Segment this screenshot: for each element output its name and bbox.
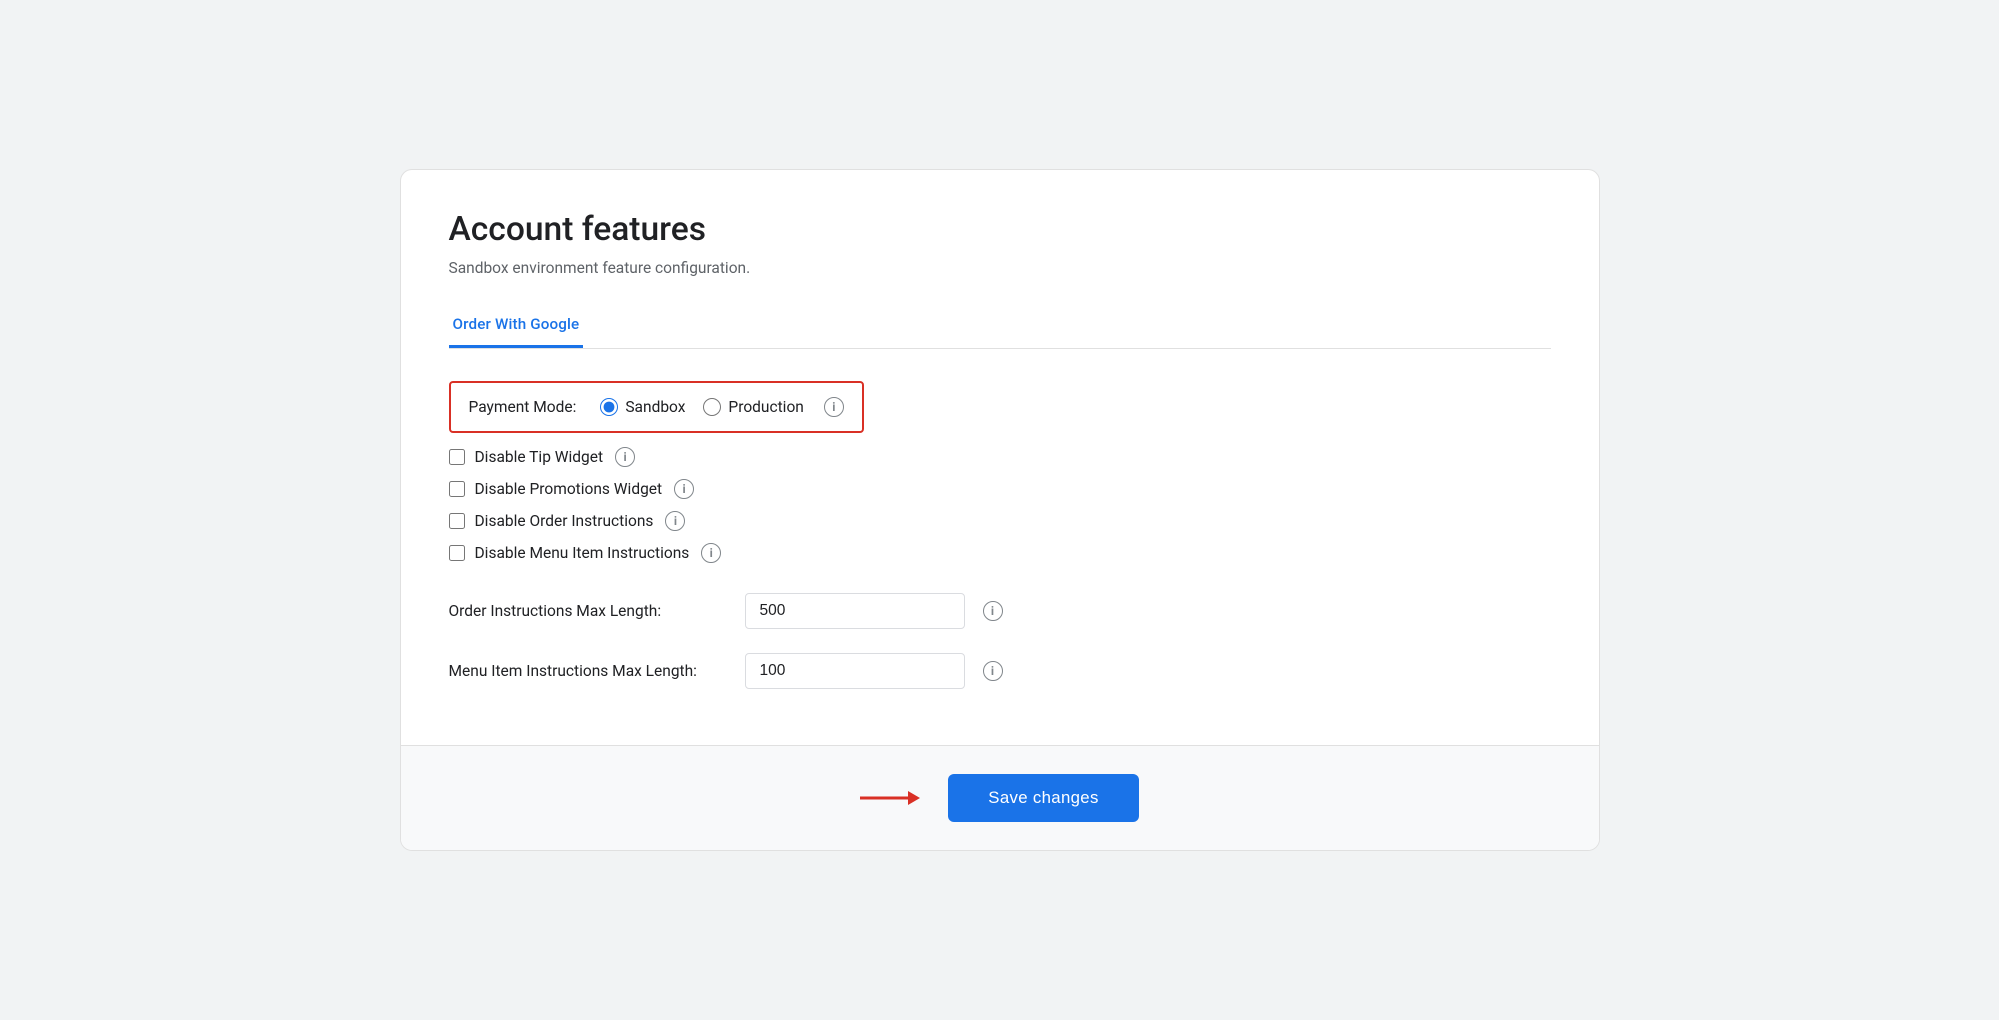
tab-bar: Order With Google bbox=[449, 305, 1551, 349]
checkbox-row-order-instructions: Disable Order Instructions i bbox=[449, 511, 1551, 531]
disable-tip-widget-label: Disable Tip Widget bbox=[475, 448, 604, 466]
production-label: Production bbox=[728, 398, 803, 416]
checkbox-row-menu-item-instructions: Disable Menu Item Instructions i bbox=[449, 543, 1551, 563]
sandbox-radio[interactable] bbox=[600, 398, 618, 416]
disable-menu-item-instructions-info-icon[interactable]: i bbox=[701, 543, 721, 563]
page-subtitle: Sandbox environment feature configuratio… bbox=[449, 259, 1551, 277]
disable-tip-widget-checkbox[interactable] bbox=[449, 449, 465, 465]
disable-promotions-widget-checkbox[interactable] bbox=[449, 481, 465, 497]
disable-order-instructions-checkbox[interactable] bbox=[449, 513, 465, 529]
disable-tip-widget-info-icon[interactable]: i bbox=[615, 447, 635, 467]
menu-item-instructions-length-info-icon[interactable]: i bbox=[983, 661, 1003, 681]
disable-menu-item-instructions-checkbox[interactable] bbox=[449, 545, 465, 561]
checkboxes-section: Disable Tip Widget i Disable Promotions … bbox=[449, 447, 1551, 575]
tab-order-with-google[interactable]: Order With Google bbox=[449, 305, 584, 348]
save-changes-button[interactable]: Save changes bbox=[948, 774, 1138, 822]
account-features-card: Account features Sandbox environment fea… bbox=[400, 169, 1600, 851]
payment-mode-label: Payment Mode: bbox=[469, 398, 577, 416]
disable-order-instructions-info-icon[interactable]: i bbox=[665, 511, 685, 531]
checkbox-row-tip: Disable Tip Widget i bbox=[449, 447, 1551, 467]
payment-mode-row: Payment Mode: Sandbox Production i bbox=[449, 381, 864, 433]
payment-mode-info-icon[interactable]: i bbox=[824, 397, 844, 417]
card-body: Account features Sandbox environment fea… bbox=[401, 170, 1599, 745]
sandbox-radio-option[interactable]: Sandbox bbox=[600, 398, 685, 416]
menu-item-instructions-length-row: Menu Item Instructions Max Length: i bbox=[449, 653, 1551, 689]
order-instructions-length-info-icon[interactable]: i bbox=[983, 601, 1003, 621]
sandbox-label: Sandbox bbox=[625, 398, 685, 416]
menu-item-instructions-length-label: Menu Item Instructions Max Length: bbox=[449, 662, 729, 680]
menu-item-instructions-length-input[interactable] bbox=[745, 653, 965, 689]
checkbox-row-promotions: Disable Promotions Widget i bbox=[449, 479, 1551, 499]
production-radio-option[interactable]: Production bbox=[703, 398, 803, 416]
form-section: Payment Mode: Sandbox Production i Disab… bbox=[449, 381, 1551, 713]
order-instructions-length-label: Order Instructions Max Length: bbox=[449, 602, 729, 620]
order-instructions-length-input[interactable] bbox=[745, 593, 965, 629]
disable-promotions-widget-info-icon[interactable]: i bbox=[674, 479, 694, 499]
disable-promotions-widget-label: Disable Promotions Widget bbox=[475, 480, 663, 498]
production-radio[interactable] bbox=[703, 398, 721, 416]
save-arrow-indicator bbox=[860, 784, 920, 812]
card-footer: Save changes bbox=[401, 745, 1599, 850]
disable-order-instructions-label: Disable Order Instructions bbox=[475, 512, 654, 530]
page-title: Account features bbox=[449, 210, 1551, 249]
order-instructions-length-row: Order Instructions Max Length: i bbox=[449, 593, 1551, 629]
disable-menu-item-instructions-label: Disable Menu Item Instructions bbox=[475, 544, 690, 562]
